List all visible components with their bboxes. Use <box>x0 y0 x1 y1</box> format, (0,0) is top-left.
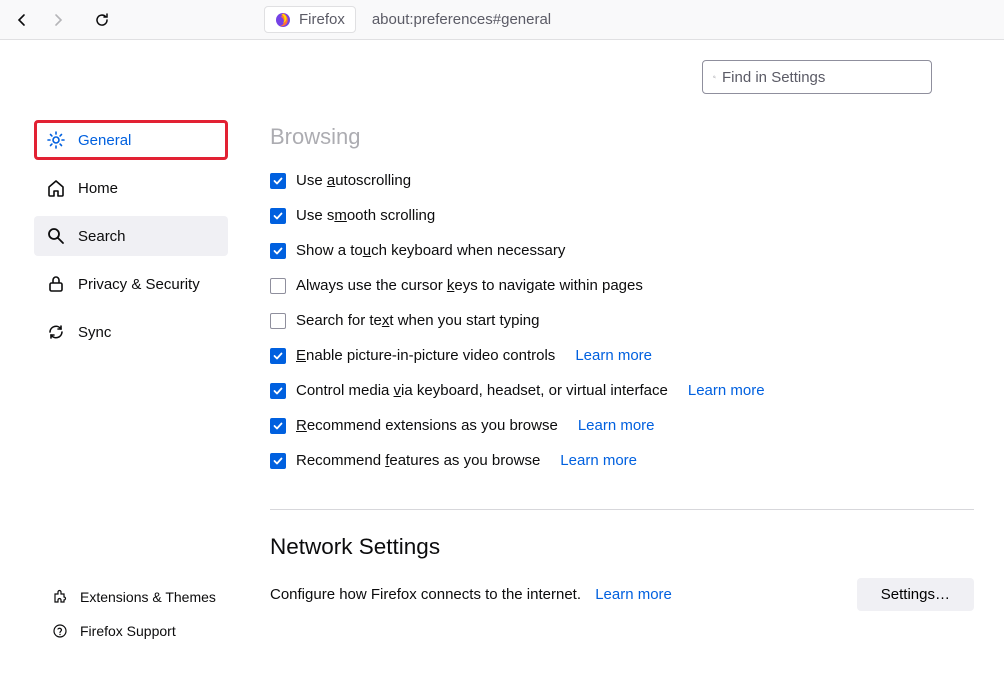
sidebar-item-label: Search <box>78 228 126 245</box>
find-in-settings[interactable] <box>702 60 932 94</box>
option-label: Search for text when you start typing <box>296 312 539 329</box>
divider <box>270 509 974 510</box>
option-label: Enable picture-in-picture video controls <box>296 347 555 364</box>
reload-button[interactable] <box>88 6 116 34</box>
browsing-option-0[interactable]: Use autoscrolling <box>270 172 974 189</box>
learn-more-link[interactable]: Learn more <box>560 452 637 469</box>
network-section: Network Settings Configure how Firefox c… <box>270 534 974 611</box>
identity-box[interactable]: Firefox <box>264 6 356 33</box>
url-text[interactable]: about:preferences#general <box>372 11 551 28</box>
checkbox[interactable] <box>270 278 286 294</box>
main-panel: Browsing Use autoscrolling Use smooth scr… <box>240 40 1004 690</box>
section-title-browsing: Browsing <box>270 124 974 150</box>
identity-label: Firefox <box>299 11 345 28</box>
learn-more-link[interactable]: Learn more <box>575 347 652 364</box>
sidebar-item-label: General <box>78 132 131 149</box>
forward-button[interactable] <box>44 6 72 34</box>
browsing-option-6[interactable]: Control media via keyboard, headset, or … <box>270 382 974 399</box>
search-wrap <box>702 60 932 94</box>
checkbox[interactable] <box>270 383 286 399</box>
checkbox[interactable] <box>270 313 286 329</box>
sidebar-item-privacy[interactable]: Privacy & Security <box>34 264 228 304</box>
search-icon <box>713 70 716 84</box>
search-icon <box>46 226 66 246</box>
browser-toolbar: Firefox about:preferences#general <box>0 0 1004 40</box>
browsing-option-4[interactable]: Search for text when you start typing <box>270 312 974 329</box>
puzzle-icon <box>52 589 68 605</box>
learn-more-link[interactable]: Learn more <box>578 417 655 434</box>
nav-buttons <box>8 6 116 34</box>
help-icon <box>52 623 68 639</box>
sidebar-item-label: Home <box>78 180 118 197</box>
checkbox[interactable] <box>270 208 286 224</box>
browsing-option-2[interactable]: Show a touch keyboard when necessary <box>270 242 974 259</box>
network-desc: Configure how Firefox connects to the in… <box>270 586 672 603</box>
search-input[interactable] <box>722 69 921 86</box>
checkbox[interactable] <box>270 173 286 189</box>
back-button[interactable] <box>8 6 36 34</box>
checkbox[interactable] <box>270 418 286 434</box>
sidebar-item-general[interactable]: General <box>34 120 228 160</box>
firefox-icon <box>275 12 291 28</box>
option-label: Recommend extensions as you browse <box>296 417 558 434</box>
sidebar-item-support[interactable]: Firefox Support <box>40 616 228 646</box>
checkbox[interactable] <box>270 243 286 259</box>
sidebar-item-search[interactable]: Search <box>34 216 228 256</box>
browsing-section: Browsing Use autoscrolling Use smooth scr… <box>270 124 974 469</box>
sidebar-item-label: Firefox Support <box>80 623 176 639</box>
sidebar-item-home[interactable]: Home <box>34 168 228 208</box>
option-label: Use smooth scrolling <box>296 207 435 224</box>
learn-more-link[interactable]: Learn more <box>688 382 765 399</box>
browsing-option-1[interactable]: Use smooth scrolling <box>270 207 974 224</box>
checkbox[interactable] <box>270 348 286 364</box>
sidebar-item-label: Privacy & Security <box>78 276 200 293</box>
browsing-option-8[interactable]: Recommend features as you browse Learn mo… <box>270 452 974 469</box>
sidebar-item-label: Sync <box>78 324 111 341</box>
sidebar-item-extensions[interactable]: Extensions & Themes <box>40 582 228 612</box>
option-label: Control media via keyboard, headset, or … <box>296 382 668 399</box>
gear-icon <box>46 130 66 150</box>
content: General Home Search Privacy & Security <box>0 40 1004 690</box>
browsing-option-5[interactable]: Enable picture-in-picture video controls… <box>270 347 974 364</box>
option-label: Show a touch keyboard when necessary <box>296 242 565 259</box>
section-title-network: Network Settings <box>270 534 974 560</box>
home-icon <box>46 178 66 198</box>
network-learn-more[interactable]: Learn more <box>595 586 672 603</box>
sidebar: General Home Search Privacy & Security <box>0 40 240 690</box>
option-label: Always use the cursor keys to navigate w… <box>296 277 643 294</box>
checkbox[interactable] <box>270 453 286 469</box>
sidebar-item-label: Extensions & Themes <box>80 589 216 605</box>
option-label: Recommend features as you browse <box>296 452 540 469</box>
browsing-option-7[interactable]: Recommend extensions as you browse Learn … <box>270 417 974 434</box>
sidebar-item-sync[interactable]: Sync <box>34 312 228 352</box>
sync-icon <box>46 322 66 342</box>
network-settings-button[interactable]: Settings… <box>857 578 974 611</box>
browsing-option-3[interactable]: Always use the cursor keys to navigate w… <box>270 277 974 294</box>
option-label: Use autoscrolling <box>296 172 411 189</box>
lock-icon <box>46 274 66 294</box>
